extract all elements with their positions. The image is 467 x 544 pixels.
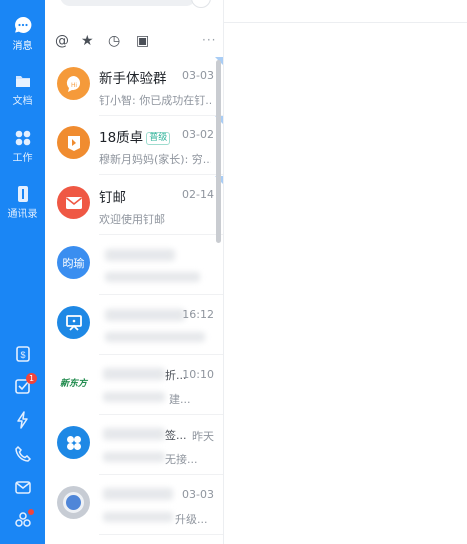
nav-calendar[interactable]: $ — [0, 345, 45, 363]
nav-lightning[interactable] — [0, 411, 45, 429]
conversation-row[interactable]: Hi 新手体验群 03-03 钉小智: 你已成功在钉... — [45, 57, 223, 116]
svg-text:Hi: Hi — [71, 83, 77, 89]
group-hi-icon: Hi — [57, 67, 90, 100]
mention-icon[interactable]: @ — [55, 33, 69, 49]
nav-label: 文档 — [12, 96, 33, 107]
filter-bar: @ ★ ◷ ▣ ··· — [45, 30, 223, 52]
more-icon[interactable]: ··· — [202, 33, 216, 47]
star-icon[interactable]: ★ — [81, 33, 94, 49]
blurred-preview — [105, 272, 200, 282]
blurred-preview — [103, 512, 173, 522]
brand-logo: 新东方 — [57, 366, 90, 399]
conversation-time: 03-02 — [182, 128, 214, 141]
conversation-row[interactable]: 昀瑜 — [45, 236, 223, 295]
blurred-name — [103, 428, 165, 440]
conversation-preview-fragment: 无接... — [165, 453, 198, 466]
phone-icon — [14, 445, 31, 462]
conversation-row[interactable]: 16:12 — [45, 296, 223, 355]
conversation-time: 03-03 — [182, 69, 214, 82]
nav-plugin[interactable] — [0, 509, 45, 528]
conversation-time: 03-03 — [182, 488, 214, 501]
conversation-row[interactable]: 签... 昨天 无接... — [45, 416, 223, 475]
conversation-name: 新手体验群 — [99, 71, 167, 87]
search-input[interactable] — [60, 0, 196, 6]
conversation-time: 02-14 — [182, 188, 214, 201]
conversation-row[interactable]: 18质卓 普级 03-02 穆新月妈妈(家长): 穷... — [45, 116, 223, 175]
blurred-preview — [103, 452, 165, 462]
conversation-panel: @ ★ ◷ ▣ ··· Hi 新手体验群 03-03 钉小智: 你已成功在钉..… — [45, 0, 224, 544]
svg-text:$: $ — [20, 350, 25, 360]
archive-icon[interactable]: ▣ — [136, 33, 149, 49]
nav-phone[interactable] — [0, 445, 45, 463]
nav-todo[interactable]: 1 — [0, 373, 45, 395]
conversation-row[interactable]: 03-03 升级... — [45, 476, 223, 535]
chat-workspace — [224, 0, 467, 544]
chat-bubble-icon — [14, 16, 31, 33]
calendar-icon: $ — [15, 346, 30, 362]
conversation-preview: 穆新月妈妈(家长): 穷... — [99, 153, 211, 166]
plugin-dot-badge — [28, 509, 34, 515]
blurred-preview — [103, 392, 165, 402]
blurred-name — [105, 249, 175, 261]
mail-icon — [14, 481, 31, 494]
group-level-tag: 普级 — [146, 132, 171, 145]
nav-item-messages[interactable]: 消息 — [0, 15, 45, 52]
conversation-name-fragment: 签... — [165, 429, 187, 442]
dingtalk-window: 消息 文档 工作 通讯录 $ 1 @ ★ ◷ ▣ ··· Hi 新手体验群 03… — [0, 0, 467, 544]
envelope-icon — [57, 186, 90, 219]
nav-label: 消息 — [12, 41, 33, 52]
nav-rail: 消息 文档 工作 通讯录 $ 1 — [0, 0, 45, 544]
nav-item-docs[interactable]: 文档 — [0, 72, 45, 107]
nav-label: 通讯录 — [7, 209, 38, 220]
conversation-preview-fragment: 升级... — [175, 513, 208, 526]
conversation-row[interactable]: 新东方 折... 10:10 建... — [45, 356, 223, 415]
lightning-icon — [16, 411, 28, 429]
conversation-name: 钉邮 — [99, 190, 126, 206]
contacts-icon — [17, 186, 28, 202]
nav-mail[interactable] — [0, 478, 45, 496]
conversation-preview: 欢迎使用钉邮 — [99, 213, 165, 226]
nav-label: 工作 — [12, 153, 33, 164]
clock-icon[interactable]: ◷ — [108, 33, 120, 49]
apps-icon — [15, 130, 30, 146]
board-icon — [57, 306, 90, 339]
school-icon — [57, 126, 90, 159]
conversation-scrollbar[interactable] — [216, 60, 221, 243]
text-avatar: 昀瑜 — [57, 246, 90, 279]
conversation-preview-fragment: 建... — [169, 393, 191, 406]
conversation-time: 昨天 — [192, 430, 214, 443]
folder-icon — [15, 76, 30, 87]
conversation-row[interactable]: 钉邮 02-14 欢迎使用钉邮 — [45, 176, 223, 235]
blurred-name — [103, 488, 173, 500]
conversation-time: 10:10 — [182, 368, 214, 381]
header-divider — [224, 22, 467, 23]
blurred-name — [103, 368, 165, 380]
ring-avatar — [57, 486, 90, 519]
conversation-time: 16:12 — [182, 308, 214, 321]
four-petal-icon — [57, 426, 90, 459]
blurred-preview — [105, 332, 205, 342]
conversation-name: 18质卓 普级 — [99, 126, 171, 146]
blurred-name — [105, 309, 185, 321]
nav-item-work[interactable]: 工作 — [0, 129, 45, 164]
nav-item-contacts[interactable]: 通讯录 — [0, 185, 45, 220]
todo-badge: 1 — [26, 373, 37, 384]
conversation-preview: 钉小智: 你已成功在钉... — [99, 94, 211, 107]
